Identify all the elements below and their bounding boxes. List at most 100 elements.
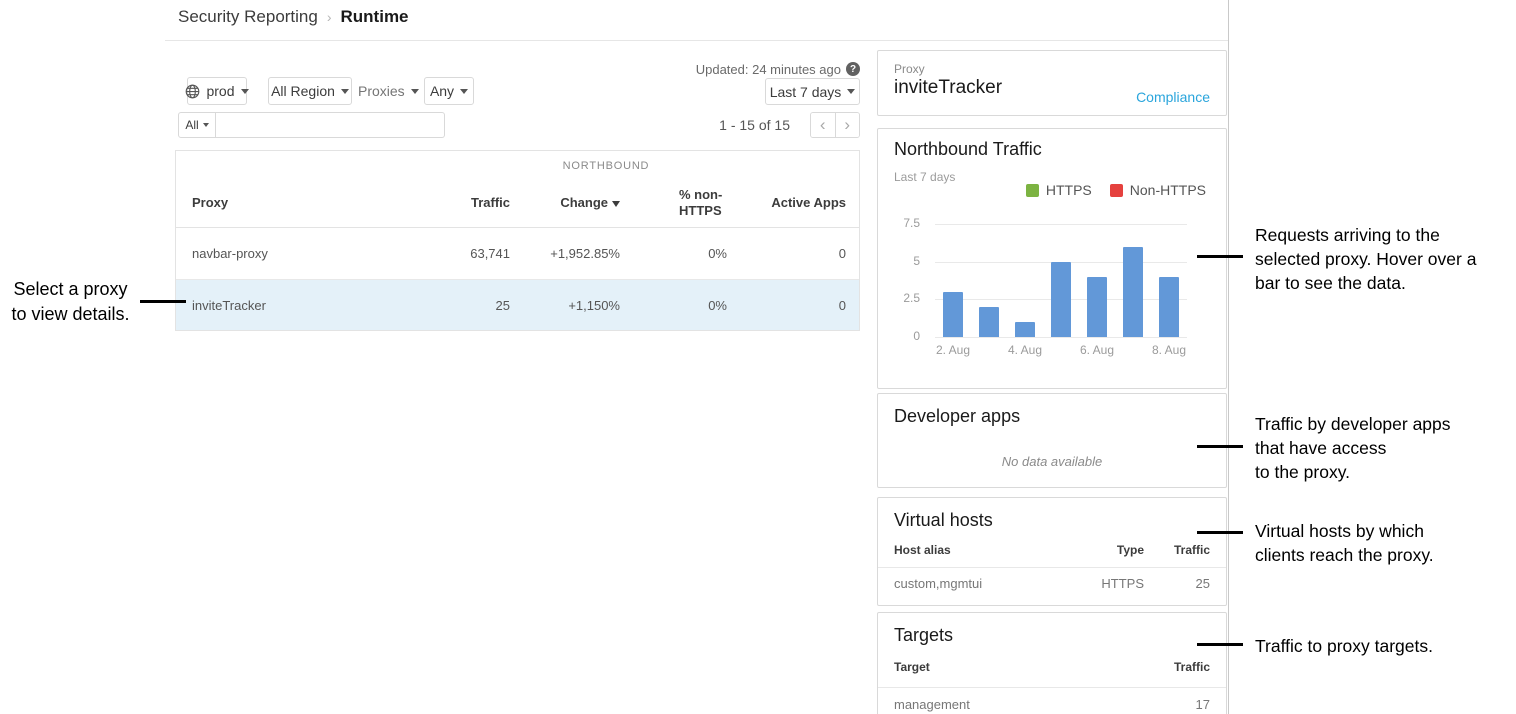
col-traffic: Traffic — [1144, 660, 1210, 674]
annotation-virtual-hosts: Virtual hosts by which clients reach the… — [1255, 519, 1434, 567]
table-row[interactable]: navbar-proxy 63,741 +1,952.85% 0% 0 — [176, 228, 859, 279]
chart-subtitle: Last 7 days — [894, 170, 955, 184]
search-group: All — [178, 112, 445, 138]
northbound-group-header: NORTHBOUND — [456, 160, 756, 172]
cell-non-https: 0% — [620, 246, 727, 261]
app-root: Security Reporting › Runtime prod All Re… — [0, 0, 1516, 714]
breadcrumb-parent[interactable]: Security Reporting — [178, 7, 318, 27]
breadcrumb-separator-icon: › — [327, 9, 332, 25]
col-type: Type — [1064, 543, 1144, 557]
col-traffic: Traffic — [1144, 543, 1210, 557]
cell-non-https: 0% — [620, 298, 727, 313]
cell-active-apps: 0 — [727, 246, 859, 261]
time-range-dropdown[interactable]: Last 7 days — [765, 78, 860, 105]
chart-bar[interactable] — [943, 292, 963, 337]
chart-plot — [935, 224, 1187, 337]
chart-bar[interactable] — [1015, 322, 1035, 337]
proxy-label: Proxy — [894, 62, 925, 76]
callout-line — [1197, 445, 1243, 448]
bar-slot — [1151, 224, 1187, 337]
chart-y-axis: 02.557.5 — [886, 224, 920, 337]
bar-slot — [1079, 224, 1115, 337]
caret-down-icon — [411, 89, 419, 94]
cell-active-apps: 0 — [727, 298, 859, 313]
x-axis-tick: 6. Aug — [1079, 343, 1115, 357]
y-axis-tick: 7.5 — [886, 216, 920, 230]
column-header-non-https[interactable]: % non-HTTPS — [620, 187, 727, 219]
breadcrumb: Security Reporting › Runtime — [178, 7, 409, 27]
callout-line — [1197, 643, 1243, 646]
proxies-dropdown[interactable]: Proxies — [358, 77, 419, 105]
search-scope-dropdown[interactable]: All — [178, 112, 216, 138]
pagination-range: 1 - 15 of 15 — [660, 112, 790, 138]
targets-card: Targets Target Traffic management 17 — [877, 612, 1227, 714]
x-axis-tick: 2. Aug — [935, 343, 971, 357]
globe-icon — [185, 84, 200, 99]
cell-traffic: 17 — [1144, 697, 1210, 712]
cell-proxy: inviteTracker — [176, 298, 454, 313]
help-icon[interactable]: ? — [846, 62, 860, 76]
cell-traffic: 25 — [1144, 576, 1210, 591]
search-scope-label: All — [185, 118, 198, 132]
y-axis-tick: 5 — [886, 254, 920, 268]
chart-legend: HTTPS Non-HTTPS — [1026, 182, 1206, 198]
virtual-host-row[interactable]: custom,mgmtui HTTPS 25 — [878, 568, 1226, 598]
chart-bar[interactable] — [1123, 247, 1143, 337]
col-target: Target — [894, 660, 1144, 674]
column-header-traffic[interactable]: Traffic — [454, 195, 510, 210]
compliance-link[interactable]: Compliance — [1136, 89, 1210, 105]
updated-text: Updated: 24 minutes ago — [696, 62, 841, 77]
column-header-active-apps[interactable]: Active Apps — [727, 195, 859, 210]
table-group-header-row: NORTHBOUND — [176, 151, 859, 178]
updated-status: Updated: 24 minutes ago ? — [600, 61, 860, 77]
chart-title: Northbound Traffic — [894, 139, 1042, 160]
column-header-proxy[interactable]: Proxy — [176, 195, 454, 210]
x-axis-tick: 4. Aug — [1007, 343, 1043, 357]
legend-swatch — [1026, 184, 1039, 197]
table-header-row: Proxy Traffic Change % non-HTTPS Active … — [176, 178, 859, 228]
legend-item-non-https: Non-HTTPS — [1110, 182, 1206, 198]
proxy-detail-card: Proxy inviteTracker Compliance — [877, 50, 1227, 116]
chart-bar[interactable] — [1087, 277, 1107, 337]
chevron-right-icon[interactable]: › — [836, 113, 860, 137]
caret-down-icon — [241, 89, 249, 94]
virtual-hosts-header-row: Host alias Type Traffic — [878, 540, 1226, 560]
chart-bar[interactable] — [1159, 277, 1179, 337]
bar-slot — [971, 224, 1007, 337]
gridline — [935, 337, 1187, 338]
target-row[interactable]: management 17 — [878, 688, 1226, 714]
x-axis-tick — [1115, 343, 1151, 357]
caret-down-icon — [341, 89, 349, 94]
time-range-label: Last 7 days — [770, 84, 842, 100]
chart-bar[interactable] — [1051, 262, 1071, 337]
developer-apps-title: Developer apps — [894, 406, 1020, 427]
selected-proxy-name: inviteTracker — [894, 77, 1002, 99]
virtual-hosts-title: Virtual hosts — [894, 510, 993, 531]
cell-change: +1,952.85% — [510, 246, 620, 261]
chart-x-axis: 2. Aug4. Aug6. Aug8. Aug — [935, 343, 1187, 357]
chart-bar[interactable] — [979, 307, 999, 337]
annotation-developer-apps: Traffic by developer apps that have acce… — [1255, 412, 1451, 484]
callout-line — [140, 300, 186, 303]
any-filter-dropdown[interactable]: Any — [424, 77, 474, 105]
cell-traffic: 63,741 — [454, 246, 510, 261]
table-row-selected[interactable]: inviteTracker 25 +1,150% 0% 0 — [176, 279, 859, 330]
cell-host-alias: custom,mgmtui — [894, 576, 1064, 591]
region-dropdown[interactable]: All Region — [268, 77, 352, 105]
sort-desc-icon — [612, 201, 620, 207]
targets-title: Targets — [894, 625, 953, 646]
chevron-left-icon[interactable]: ‹ — [811, 113, 836, 137]
gridline — [935, 224, 1187, 225]
legend-item-https: HTTPS — [1026, 182, 1092, 198]
region-dropdown-label: All Region — [271, 83, 335, 99]
cell-target: management — [894, 697, 1144, 712]
callout-line — [1197, 531, 1243, 534]
northbound-traffic-card: Northbound Traffic Last 7 days HTTPS Non… — [877, 128, 1227, 389]
proxies-dropdown-label: Proxies — [358, 83, 405, 99]
proxy-search-input[interactable] — [216, 112, 445, 138]
panel-edge-divider — [1228, 0, 1229, 714]
caret-down-icon — [203, 123, 209, 127]
environment-dropdown[interactable]: prod — [187, 77, 247, 105]
no-data-text: No data available — [878, 454, 1226, 469]
column-header-change[interactable]: Change — [510, 195, 620, 210]
